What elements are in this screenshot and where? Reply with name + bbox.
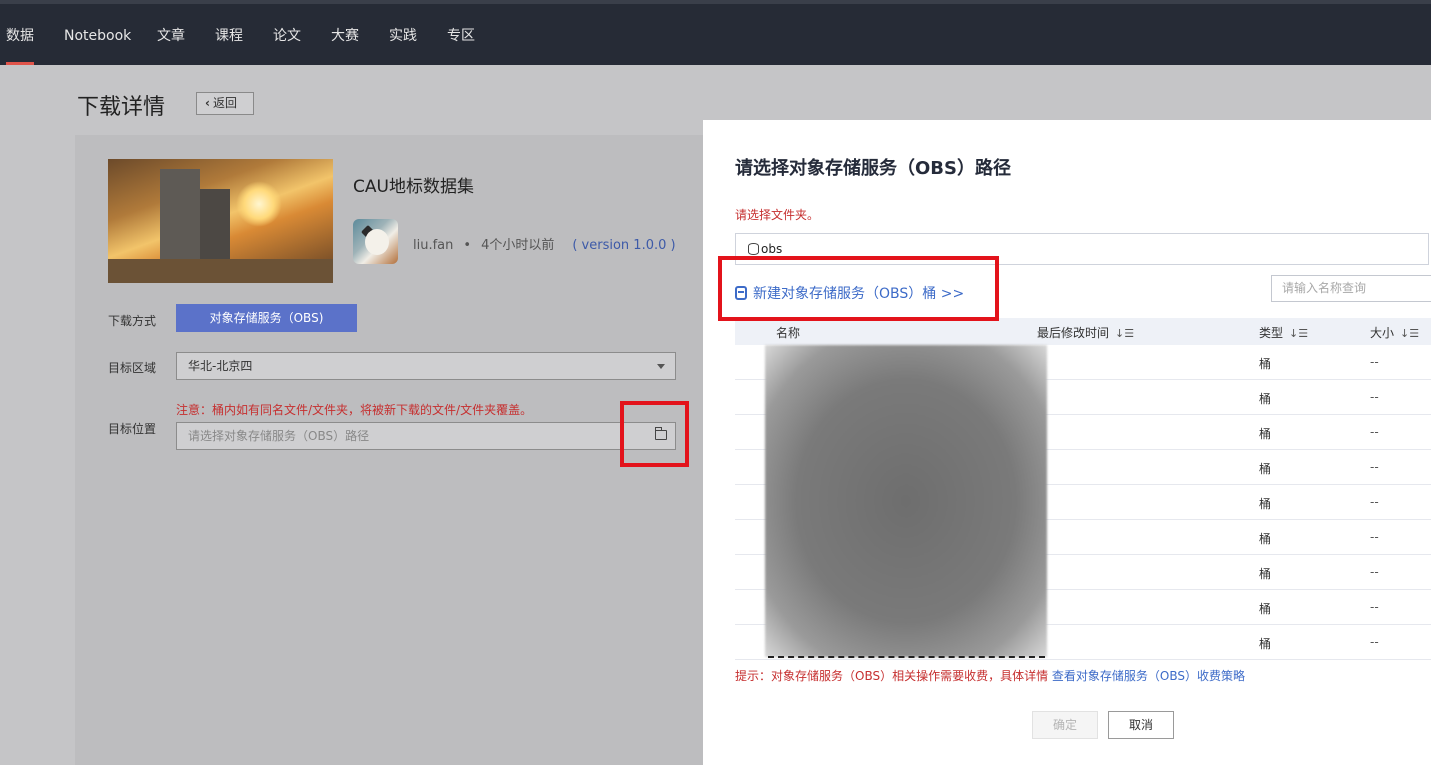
row-size: -- [1370,565,1379,579]
redacted-bucket-names [765,345,1047,657]
sort-icon[interactable]: ↓☰ [1115,327,1134,340]
row-type: 桶 [1259,532,1272,546]
nav-item-zone[interactable]: 专区 [447,24,475,48]
selected-path-value: obs [761,242,783,256]
row-size: -- [1370,460,1379,474]
obs-path-placeholder: 请选择对象存储服务（OBS）路径 [188,429,370,443]
cancel-button[interactable]: 取消 [1108,711,1174,739]
caret-down-icon [657,364,665,369]
cover-ground [108,259,333,283]
avatar [353,219,398,264]
row-type: 桶 [1259,567,1272,581]
back-button[interactable]: ‹ 返回 [196,92,254,115]
chevron-left-icon: ‹ [205,96,210,110]
row-size: -- [1370,355,1379,369]
dataset-meta: liu.fan • 4个小时以前 ( version 1.0.0 ) [413,234,676,253]
column-header-type[interactable]: 类型 ↓☰ [1259,324,1308,341]
dataset-cover-image [108,159,333,283]
sort-icon[interactable]: ↓☰ [1289,327,1308,340]
highlight-box-folder [620,401,689,467]
row-size: -- [1370,635,1379,649]
nav-item-articles[interactable]: 文章 [157,24,185,48]
nav-item-data[interactable]: 数据 [6,24,34,48]
nav-item-notebook[interactable]: Notebook [64,24,131,48]
cover-sun-glow [236,181,282,227]
download-method-label: 下载方式 [108,314,157,328]
confirm-button[interactable]: 确定 [1032,711,1098,739]
row-type: 桶 [1259,602,1272,616]
top-nav: 数据 Notebook 文章 课程 论文 大赛 实践 专区 [0,0,1431,65]
nav-item-courses[interactable]: 课程 [215,24,243,48]
bucket-icon [748,243,759,255]
nav-item-papers[interactable]: 论文 [273,24,301,48]
avatar-face [365,229,389,255]
page-title: 下载详情 [77,95,166,120]
column-header-size-label: 大小 [1370,326,1395,340]
location-label: 目标位置 [108,422,157,436]
fee-hint-text: 提示：对象存储服务（OBS）相关操作需要收费，具体详情 [735,669,1049,683]
redaction-edge [768,656,1045,658]
row-type: 桶 [1259,637,1272,651]
row-type: 桶 [1259,462,1272,476]
row-type: 桶 [1259,357,1272,371]
row-size: -- [1370,390,1379,404]
highlight-box-new-bucket [718,256,999,321]
column-header-modified[interactable]: 最后修改时间 ↓☰ [1037,324,1134,341]
dataset-title: CAU地标数据集 [353,177,474,197]
obs-method-button[interactable]: 对象存储服务（OBS) [176,304,357,332]
nav-item-competitions[interactable]: 大赛 [331,24,359,48]
column-header-modified-label: 最后修改时间 [1037,326,1110,340]
fee-policy-link[interactable]: 查看对象存储服务（OBS）收费策略 [1052,669,1245,683]
column-header-type-label: 类型 [1259,326,1284,340]
obs-path-input[interactable]: 请选择对象存储服务（OBS）路径 [176,422,676,450]
dataset-card: CAU地标数据集 liu.fan • 4个小时以前 ( version 1.0.0 )… [75,135,715,765]
fee-hint: 提示：对象存储服务（OBS）相关操作需要收费，具体详情 查看对象存储服务（OBS… [735,667,1245,684]
row-size: -- [1370,530,1379,544]
sort-icon[interactable]: ↓☰ [1400,327,1419,340]
name-search-input[interactable]: 请输入名称查询 [1271,275,1431,302]
row-type: 桶 [1259,427,1272,441]
overwrite-warning: 注意：桶内如有同名文件/文件夹，将被新下载的文件/文件夹覆盖。 [176,403,533,417]
row-type: 桶 [1259,497,1272,511]
author-name[interactable]: liu.fan [413,238,453,253]
column-header-size[interactable]: 大小 ↓☰ [1370,324,1419,341]
region-select-value: 华北-北京四 [188,359,253,373]
table-header: 名称 最后修改时间 ↓☰ 类型 ↓☰ 大小 ↓☰ [735,318,1431,345]
dialog-title: 请选择对象存储服务（OBS）路径 [735,158,1011,179]
back-button-label: 返回 [212,96,237,110]
nav-item-practice[interactable]: 实践 [389,24,417,48]
row-size: -- [1370,495,1379,509]
region-select[interactable]: 华北-北京四 [176,352,676,380]
separator-dot: • [463,238,472,253]
row-type: 桶 [1259,392,1272,406]
row-size: -- [1370,425,1379,439]
time-ago: 4个小时以前 [481,238,555,253]
column-header-name[interactable]: 名称 [776,324,800,341]
version-label[interactable]: ( version 1.0.0 ) [572,238,675,253]
region-label: 目标区域 [108,361,157,375]
row-size: -- [1370,600,1379,614]
select-folder-hint: 请选择文件夹。 [735,208,820,222]
